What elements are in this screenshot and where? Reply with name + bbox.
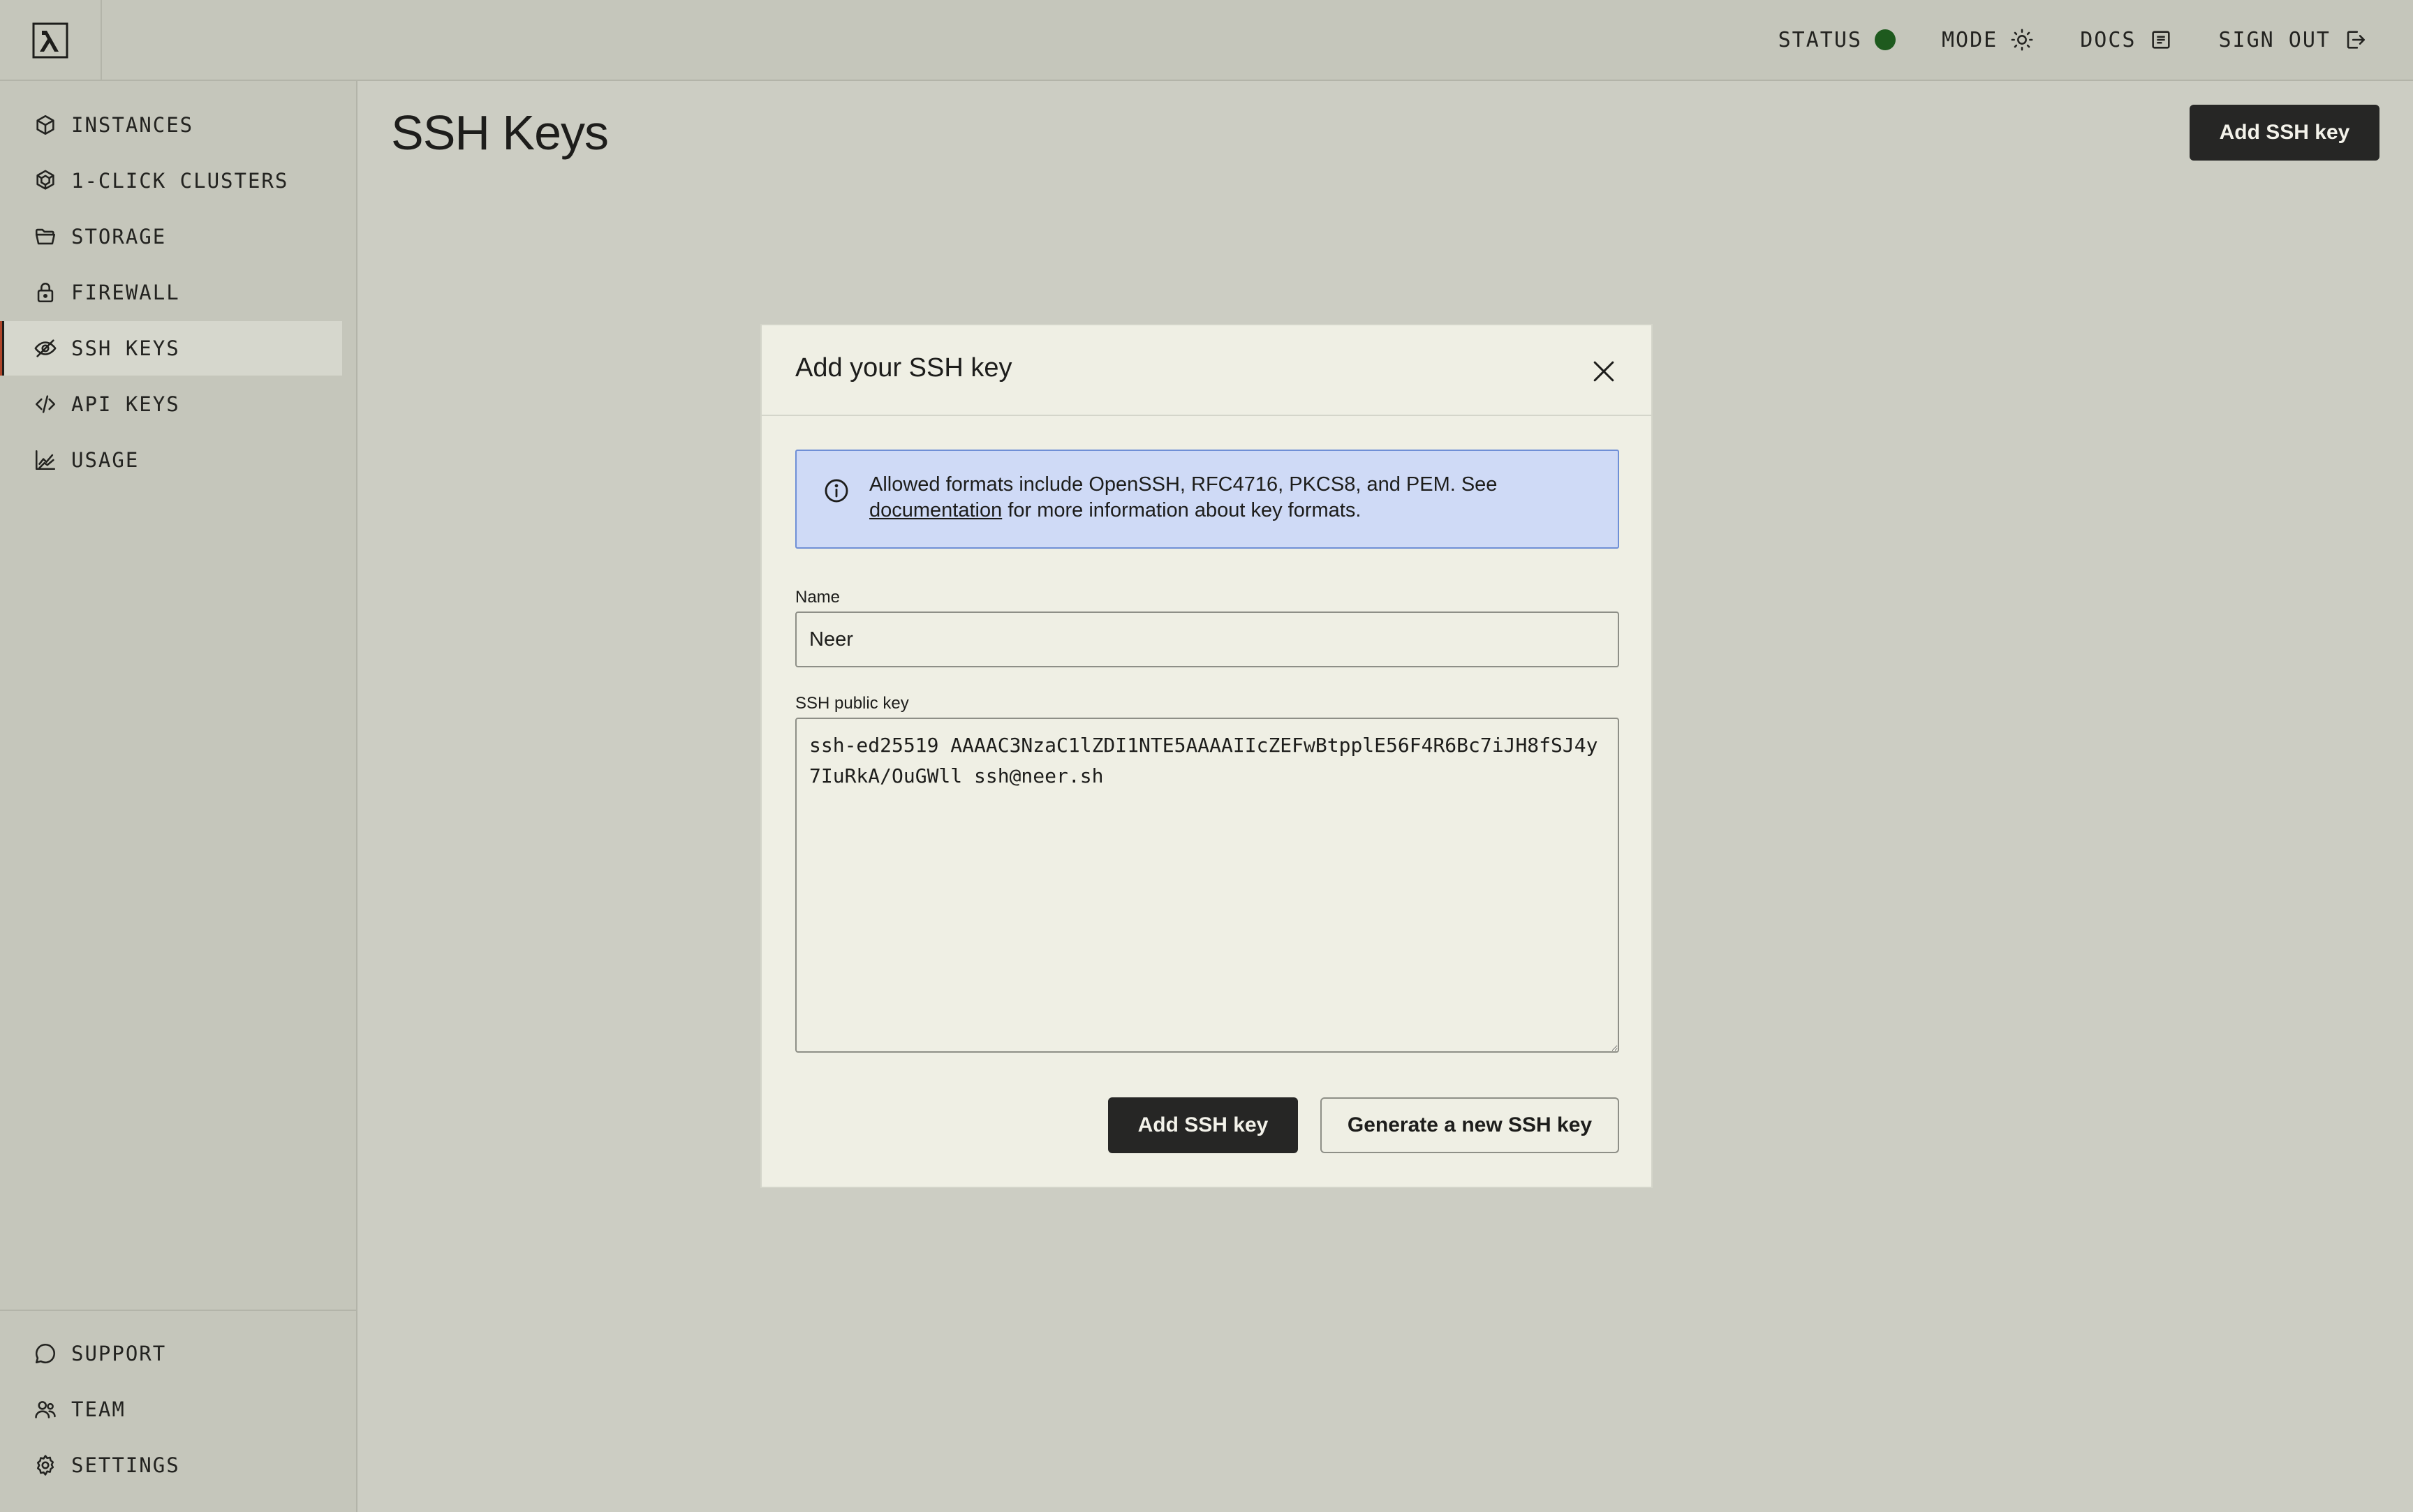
ssh-public-key-field[interactable]: ssh-ed25519 AAAAC3NzaC1lZDI1NTE5AAAAIIcZ… — [795, 718, 1619, 1053]
sidebar-item-firewall[interactable]: FIREWALL — [3, 265, 342, 320]
name-field[interactable] — [795, 612, 1619, 667]
sidebar-item-label: SUPPORT — [71, 1342, 167, 1365]
sidebar-item-storage[interactable]: STORAGE — [3, 209, 342, 264]
add-ssh-key-dialog: Add your SSH key Allowed formats include… — [760, 324, 1653, 1188]
status-dot-icon — [1875, 29, 1896, 50]
sidebar-item-label: API KEYS — [71, 392, 180, 416]
sidebar-item-instances[interactable]: INSTANCES — [3, 98, 342, 152]
add-ssh-key-header-button[interactable]: Add SSH key — [2190, 105, 2379, 161]
ssh-public-key-label: SSH public key — [795, 694, 909, 713]
key-icon — [34, 339, 57, 357]
close-button[interactable] — [1588, 356, 1619, 387]
lock-icon — [37, 283, 54, 303]
chart-icon — [35, 450, 56, 470]
cluster-icon — [36, 170, 54, 190]
dialog-title: Add your SSH key — [795, 353, 1012, 383]
status-label: STATUS — [1778, 27, 1862, 52]
signout-link[interactable]: SIGN OUT — [2219, 28, 2368, 52]
sidebar-item-usage[interactable]: USAGE — [3, 433, 342, 487]
sidebar-item-api-keys[interactable]: API KEYS — [3, 377, 342, 431]
folder-icon — [35, 228, 56, 245]
page-title: SSH Keys — [391, 105, 609, 160]
dialog-header: Add your SSH key — [762, 325, 1651, 416]
sidebar-item-label: INSTANCES — [71, 113, 194, 137]
sign-out-icon — [2347, 31, 2366, 49]
sidebar-item-support[interactable]: SUPPORT — [3, 1326, 342, 1381]
name-label: Name — [795, 588, 841, 607]
info-alert: Allowed formats include OpenSSH, RFC4716… — [795, 450, 1619, 549]
documentation-link[interactable]: documentation — [869, 499, 1002, 521]
sidebar-item-label: SETTINGS — [71, 1453, 180, 1477]
sidebar-item-label: STORAGE — [71, 225, 167, 249]
sidebar-item-label: SSH KEYS — [71, 336, 180, 360]
info-text: Allowed formats include OpenSSH, RFC4716… — [869, 472, 1595, 524]
sidebar-item-team[interactable]: TEAM — [3, 1382, 342, 1437]
mode-label: MODE — [1942, 27, 1998, 52]
sidebar-item-clusters[interactable]: 1-CLICK CLUSTERS — [3, 154, 342, 208]
sun-icon — [2011, 29, 2033, 51]
logo[interactable] — [0, 0, 102, 81]
docs-icon — [2151, 31, 2170, 49]
signout-label: SIGN OUT — [2218, 27, 2331, 52]
chat-icon — [35, 1343, 55, 1364]
cube-icon — [36, 114, 54, 135]
add-ssh-key-button[interactable]: Add SSH key — [1108, 1097, 1298, 1153]
info-text-before: Allowed formats include OpenSSH, RFC4716… — [869, 473, 1498, 496]
mode-toggle[interactable]: MODE — [1942, 28, 2034, 52]
gear-icon — [36, 1455, 54, 1476]
info-icon — [825, 479, 848, 503]
sidebar-item-label: TEAM — [71, 1398, 126, 1421]
status-link[interactable]: STATUS — [1778, 28, 1896, 52]
sidebar-item-ssh-keys[interactable]: SSH KEYS — [0, 321, 342, 376]
sidebar: INSTANCES 1-CLICK CLUSTERS STORAGE FIREW… — [0, 81, 357, 1512]
docs-link[interactable]: DOCS — [2080, 28, 2172, 52]
team-icon — [35, 1401, 56, 1418]
sidebar-item-label: USAGE — [71, 448, 140, 472]
sidebar-item-settings[interactable]: SETTINGS — [3, 1438, 342, 1492]
sidebar-divider — [0, 1310, 356, 1311]
top-nav: STATUS MODE DOCS SIGN OUT — [1778, 0, 2367, 80]
close-icon — [1593, 361, 1614, 382]
lambda-logo-icon — [32, 22, 68, 59]
code-icon — [35, 395, 56, 413]
info-text-after: for more information about key formats. — [1008, 499, 1362, 521]
docs-label: DOCS — [2080, 27, 2137, 52]
top-bar: STATUS MODE DOCS SIGN OUT — [0, 0, 2413, 81]
sidebar-item-label: 1-CLICK CLUSTERS — [71, 169, 289, 193]
sidebar-item-label: FIREWALL — [71, 281, 180, 304]
generate-ssh-key-button[interactable]: Generate a new SSH key — [1320, 1097, 1619, 1153]
